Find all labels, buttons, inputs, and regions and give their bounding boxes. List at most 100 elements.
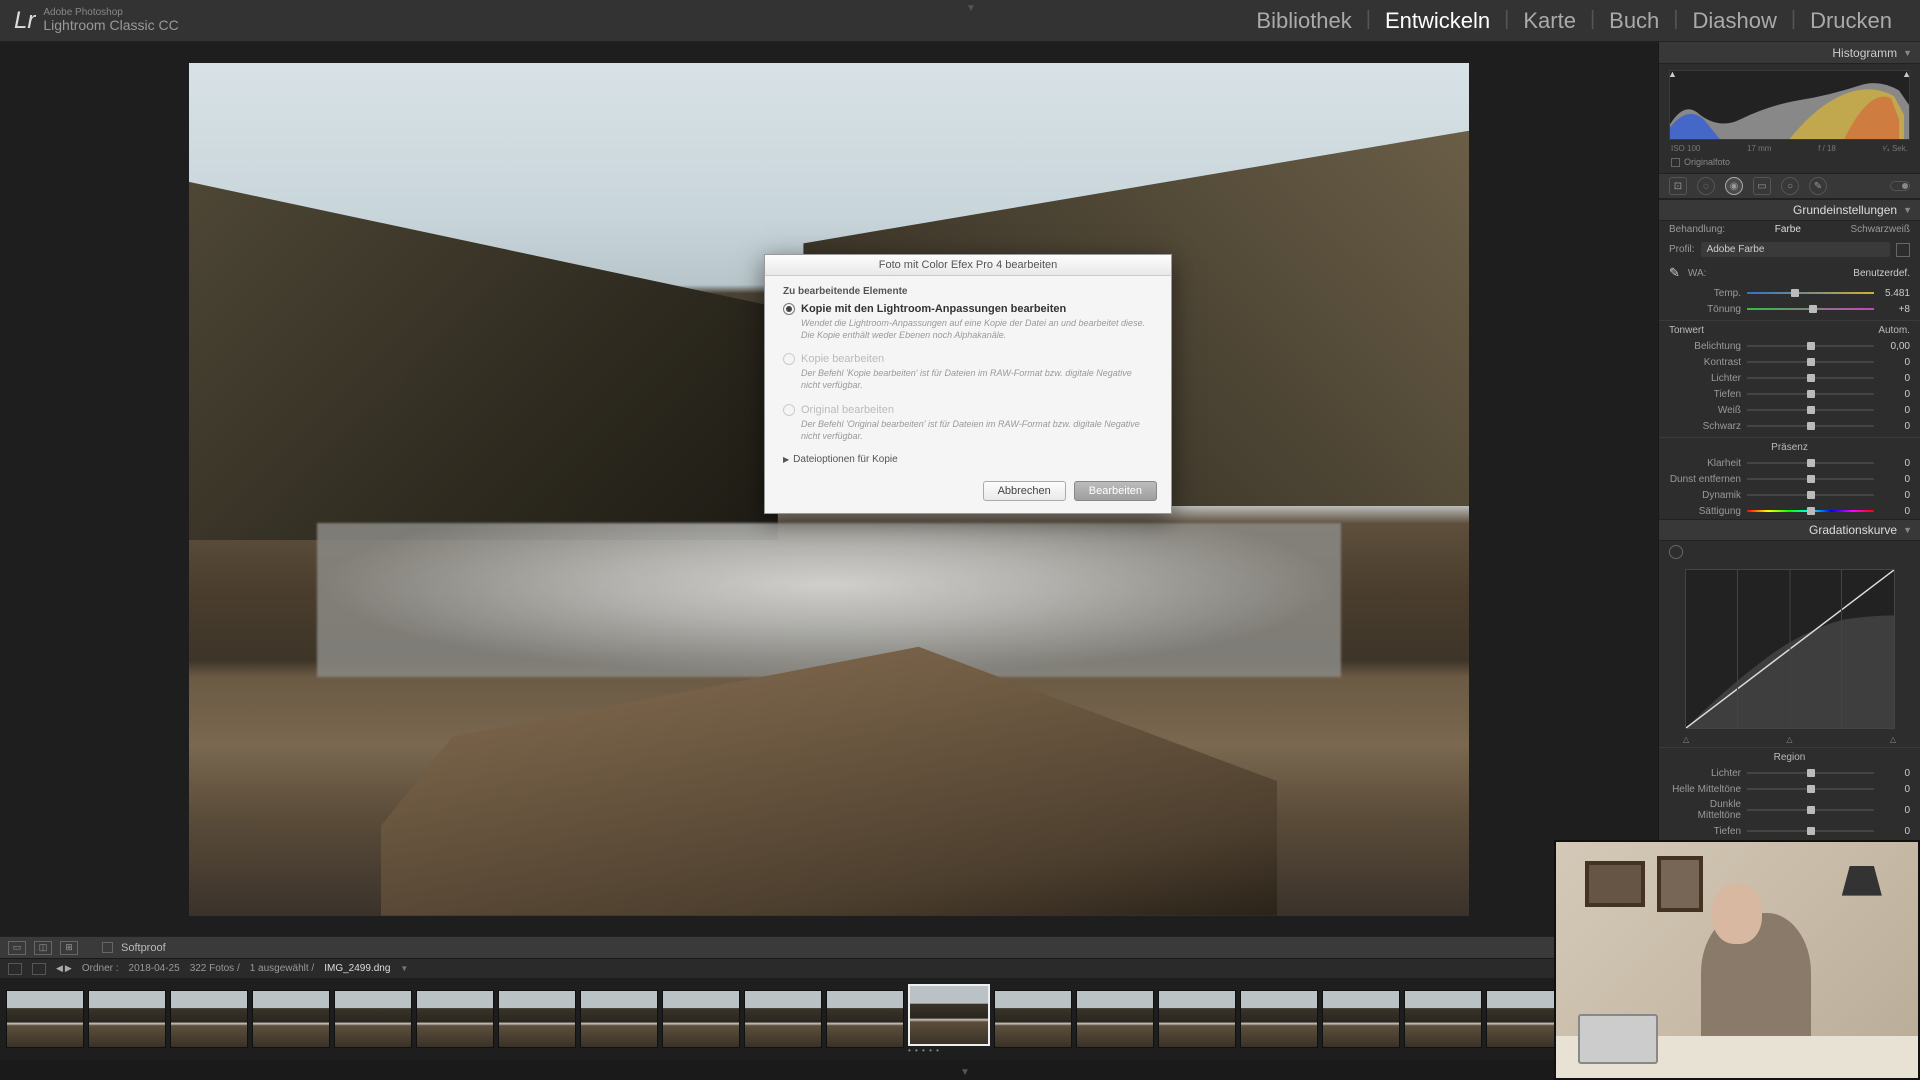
option-copy-with-adjustments[interactable]: Kopie mit den Lightroom-Anpassungen bear…	[783, 303, 1153, 341]
presence-2-value[interactable]: 0	[1874, 490, 1910, 501]
temp-value[interactable]: 5.481	[1874, 288, 1910, 299]
thumbnail[interactable]	[1158, 990, 1236, 1048]
radial-tool-icon[interactable]: ○	[1781, 177, 1799, 195]
brush-tool-icon[interactable]: ✎	[1809, 177, 1827, 195]
thumbnail[interactable]	[1486, 990, 1564, 1048]
curve-target-icon[interactable]	[1669, 545, 1683, 559]
profile-dropdown[interactable]: Adobe Farbe	[1701, 242, 1890, 257]
presence-3-slider[interactable]	[1747, 505, 1874, 517]
crop-tool-icon[interactable]: ⊡	[1669, 177, 1687, 195]
tone-4-slider[interactable]	[1747, 404, 1874, 416]
curve-split-icon[interactable]: △	[1890, 735, 1896, 744]
loupe-view-icon[interactable]: ▭	[8, 941, 26, 955]
tone-curve[interactable]	[1685, 569, 1895, 729]
tone-0-slider[interactable]	[1747, 340, 1874, 352]
tone-1-slider[interactable]	[1747, 356, 1874, 368]
dropdown-arrow-icon[interactable]: ▼	[400, 964, 408, 973]
histogram-header[interactable]: Histogramm ▼	[1659, 42, 1920, 64]
clip-shadow-icon[interactable]: ▲	[1668, 69, 1677, 79]
curve-split-icon[interactable]: △	[1786, 735, 1792, 744]
edit-button[interactable]: Bearbeiten	[1074, 481, 1157, 501]
thumbnail[interactable]	[252, 990, 330, 1048]
curve-0-slider[interactable]	[1747, 767, 1874, 779]
thumbnail[interactable]	[88, 990, 166, 1048]
radio-selected-icon[interactable]	[783, 303, 795, 315]
curve-2-slider[interactable]	[1747, 804, 1874, 816]
spot-tool-icon[interactable]: ◌	[1697, 177, 1715, 195]
curve-panel-header[interactable]: Gradationskurve ▼	[1659, 519, 1920, 541]
module-map[interactable]: Karte	[1509, 8, 1590, 34]
presence-0-value[interactable]: 0	[1874, 458, 1910, 469]
histogram-graph[interactable]: ▲ ▲	[1669, 70, 1910, 140]
thumbnail[interactable]	[334, 990, 412, 1048]
thumbnail[interactable]	[1076, 990, 1154, 1048]
redeye-tool-icon[interactable]: ◉	[1725, 177, 1743, 195]
thumbnail[interactable]	[6, 990, 84, 1048]
panel-switch[interactable]	[1890, 181, 1910, 191]
presence-1-slider[interactable]	[1747, 473, 1874, 485]
auto-button[interactable]: Autom.	[1878, 325, 1920, 336]
thumbnail[interactable]	[662, 990, 740, 1048]
collapse-bottom-arrow[interactable]: ▼	[960, 1067, 970, 1078]
folder-value[interactable]: 2018-04-25	[129, 963, 180, 974]
tint-value[interactable]: +8	[1874, 304, 1910, 315]
canvas-area[interactable]: Foto mit Color Efex Pro 4 bearbeiten Zu …	[0, 42, 1658, 936]
before-after-icon[interactable]: ⊞	[60, 941, 78, 955]
temp-slider[interactable]	[1747, 287, 1874, 299]
original-photo-toggle[interactable]: Originalfoto	[1659, 155, 1920, 173]
presence-2-slider[interactable]	[1747, 489, 1874, 501]
presence-3-value[interactable]: 0	[1874, 506, 1910, 517]
thumbnail[interactable]	[1240, 990, 1318, 1048]
tone-1-value[interactable]: 0	[1874, 357, 1910, 368]
thumbnail[interactable]	[170, 990, 248, 1048]
thumbnail[interactable]	[994, 990, 1072, 1048]
grid-view-icon[interactable]	[32, 963, 46, 975]
nav-fwd-icon[interactable]: ▶	[65, 963, 72, 974]
compare-view-icon[interactable]: ◫	[34, 941, 52, 955]
clip-highlight-icon[interactable]: ▲	[1902, 69, 1911, 79]
thumbnail[interactable]	[580, 990, 658, 1048]
tone-5-slider[interactable]	[1747, 420, 1874, 432]
softproof-checkbox[interactable]	[102, 942, 113, 953]
thumbnail[interactable]	[498, 990, 576, 1048]
thumbnail[interactable]	[744, 990, 822, 1048]
checkbox-icon[interactable]	[1671, 158, 1680, 167]
curve-0-value[interactable]: 0	[1874, 768, 1910, 779]
curve-3-value[interactable]: 0	[1874, 826, 1910, 837]
treatment-color[interactable]: Farbe	[1775, 224, 1801, 235]
collapse-top-arrow[interactable]: ▼	[966, 3, 976, 14]
module-book[interactable]: Buch	[1595, 8, 1673, 34]
tone-3-slider[interactable]	[1747, 388, 1874, 400]
nav-back-icon[interactable]: ◀	[56, 963, 63, 974]
module-print[interactable]: Drucken	[1796, 8, 1906, 34]
curve-1-slider[interactable]	[1747, 783, 1874, 795]
curve-3-slider[interactable]	[1747, 825, 1874, 837]
thumbnail-selected[interactable]	[908, 984, 990, 1046]
tone-5-value[interactable]: 0	[1874, 421, 1910, 432]
curve-1-value[interactable]: 0	[1874, 784, 1910, 795]
presence-1-value[interactable]: 0	[1874, 474, 1910, 485]
wb-dropdown[interactable]: Benutzerdef.	[1853, 268, 1910, 279]
grad-tool-icon[interactable]: ▭	[1753, 177, 1771, 195]
curve-split-icon[interactable]: △	[1683, 735, 1689, 744]
thumbnail[interactable]	[1322, 990, 1400, 1048]
module-develop[interactable]: Entwickeln	[1371, 8, 1504, 34]
cancel-button[interactable]: Abbrechen	[983, 481, 1066, 501]
file-options-disclosure[interactable]: ▶ Dateioptionen für Kopie	[783, 454, 1153, 465]
thumbnail[interactable]	[826, 990, 904, 1048]
second-window-icon[interactable]	[8, 963, 22, 975]
tone-2-value[interactable]: 0	[1874, 373, 1910, 384]
basic-panel-header[interactable]: Grundeinstellungen ▼	[1659, 199, 1920, 221]
curve-2-value[interactable]: 0	[1874, 805, 1910, 816]
module-library[interactable]: Bibliothek	[1242, 8, 1365, 34]
presence-0-slider[interactable]	[1747, 457, 1874, 469]
profile-browser-icon[interactable]	[1896, 243, 1910, 257]
treatment-bw[interactable]: Schwarzweiß	[1851, 224, 1910, 235]
thumbnail[interactable]	[416, 990, 494, 1048]
tone-0-value[interactable]: 0,00	[1874, 341, 1910, 352]
tone-2-slider[interactable]	[1747, 372, 1874, 384]
tint-slider[interactable]	[1747, 303, 1874, 315]
eyedropper-icon[interactable]: ✎	[1669, 265, 1680, 281]
module-slideshow[interactable]: Diashow	[1679, 8, 1791, 34]
tone-4-value[interactable]: 0	[1874, 405, 1910, 416]
